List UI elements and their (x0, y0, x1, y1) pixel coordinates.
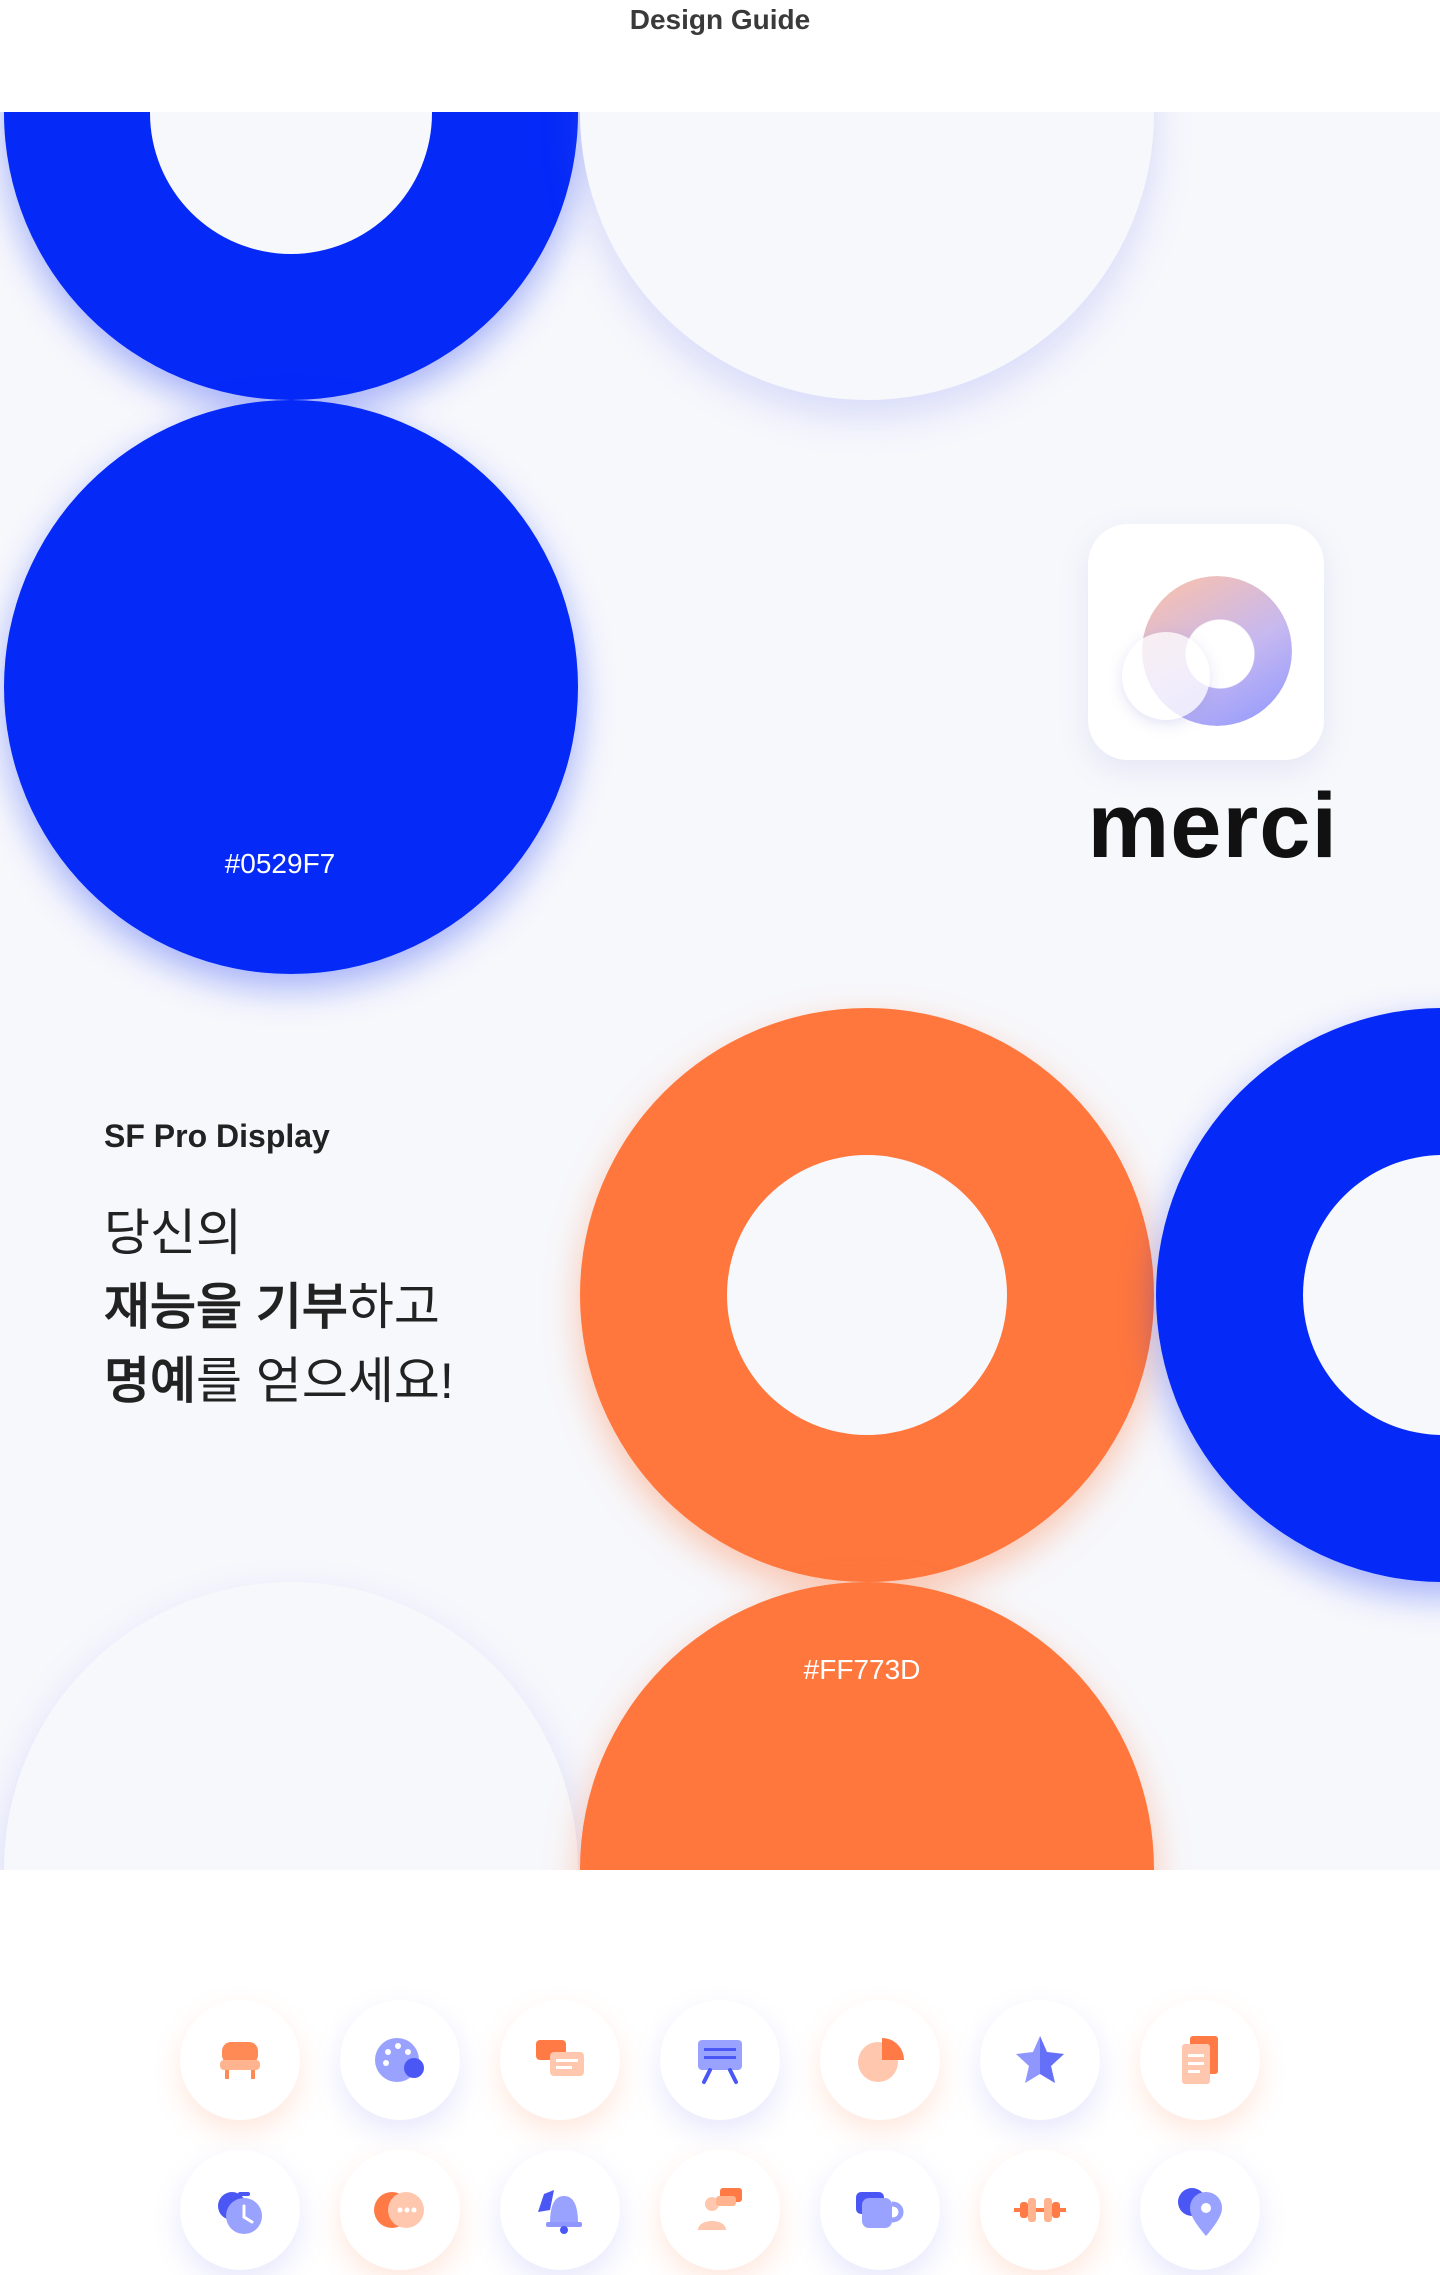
pale-circle-top (580, 112, 1154, 400)
tagline-line-1: 당신의 (104, 1205, 242, 1261)
orange-hex-label: #FF773D (803, 1654, 921, 1685)
blue-hex-label: #0529F7 (224, 848, 336, 879)
design-poster: #0529F7 merci #FF773D SF Pro Display 당신의… (0, 112, 1440, 1870)
app-icon (1088, 524, 1324, 760)
page-title: Design Guide (629, 4, 811, 35)
chat-bubbles-icon (500, 2000, 620, 2120)
stopwatch-icon (180, 2150, 300, 2270)
tagline-line-3: 명예를 얻으세요! (104, 1353, 454, 1409)
blue-ring-right (1156, 1008, 1440, 1582)
clipboard-icon (1140, 2000, 1260, 2120)
blue-swatch-circle (4, 400, 578, 974)
tagline: 당신의 재능을 기부하고 명예를 얻으세요! (104, 1196, 454, 1418)
tagline-line-2: 재능을 기부하고 (104, 1279, 440, 1335)
pale-circle-bottom (4, 1582, 578, 1870)
bell-icon (500, 2150, 620, 2270)
coffee-cup-icon (820, 2150, 940, 2270)
brand-wordmark: merci (1087, 775, 1338, 877)
star-icon (980, 2000, 1100, 2120)
logo-bubble (1122, 632, 1210, 720)
font-name-label: SF Pro Display (104, 1118, 330, 1154)
blue-ring-top (4, 112, 578, 400)
palette-icon (340, 2000, 460, 2120)
orange-ring (580, 1008, 1154, 1582)
blue-ring-top-hole (150, 112, 432, 254)
orange-ring-hole (727, 1155, 1007, 1435)
person-message-icon (660, 2150, 780, 2270)
message-dots-icon (340, 2150, 460, 2270)
pie-chart-icon (820, 2000, 940, 2120)
orange-swatch-circle (580, 1582, 1154, 1870)
location-pin-icon (1140, 2150, 1260, 2270)
blue-ring-right-hole (1303, 1155, 1440, 1435)
armchair-icon (180, 2000, 300, 2120)
presentation-board-icon (660, 2000, 780, 2120)
dumbbell-icon (980, 2150, 1100, 2270)
